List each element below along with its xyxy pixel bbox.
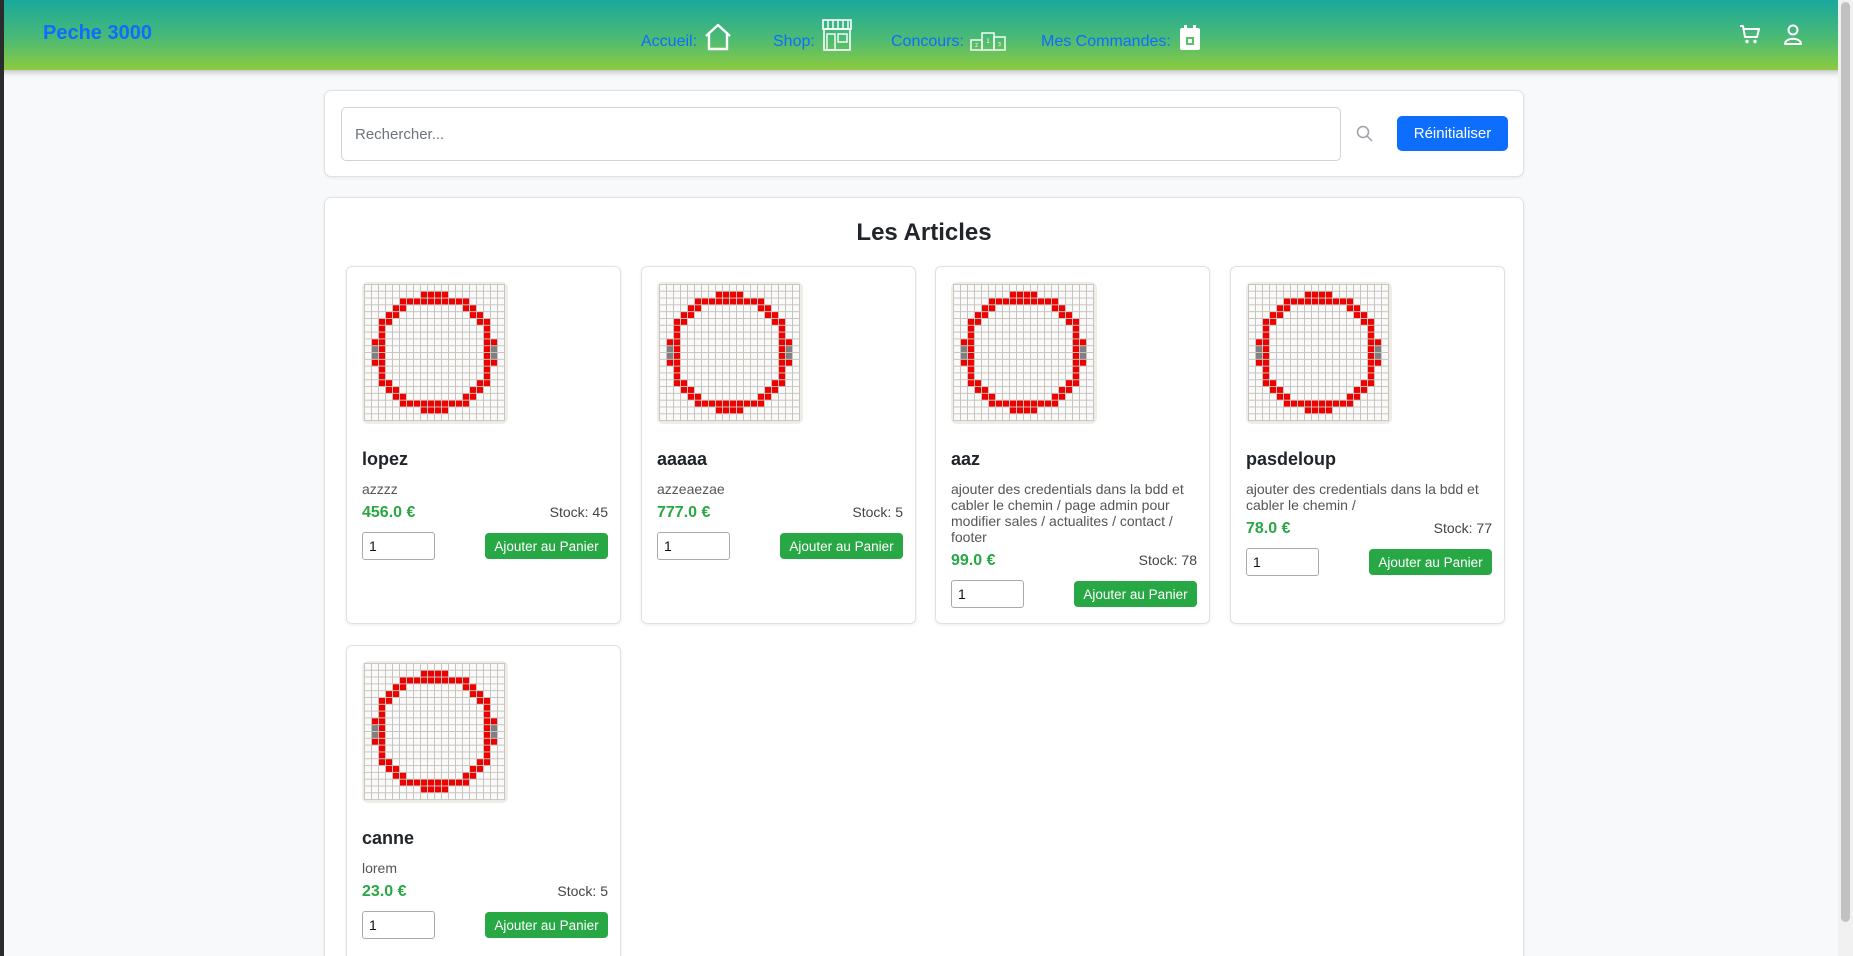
ring-image xyxy=(953,283,1094,422)
add-to-cart-button[interactable]: Ajouter au Panier xyxy=(485,912,608,938)
product-name: aaaaa xyxy=(657,449,708,469)
add-to-cart-button[interactable]: Ajouter au Panier xyxy=(1369,549,1492,575)
nav-mes-commandes[interactable]: Mes Commandes: xyxy=(1041,12,1203,52)
product-name: lopez xyxy=(362,449,409,469)
product-image xyxy=(362,282,508,424)
product-description: azzeaezae xyxy=(657,481,725,497)
svg-text:1: 1 xyxy=(986,38,990,45)
ring-image xyxy=(659,283,800,422)
ring-image xyxy=(364,283,505,422)
product-stock: Stock: 78 xyxy=(1138,552,1197,568)
product-name: pasdeloup xyxy=(1246,449,1337,469)
quantity-input[interactable] xyxy=(657,532,730,560)
svg-text:3: 3 xyxy=(998,42,1001,48)
add-to-cart-row: Ajouter au Panier xyxy=(362,532,608,560)
product-description: ajouter des credentials dans la bdd et c… xyxy=(951,481,1184,545)
add-to-cart-button[interactable]: Ajouter au Panier xyxy=(485,533,608,559)
calendar-icon xyxy=(1179,25,1200,50)
add-to-cart-button[interactable]: Ajouter au Panier xyxy=(780,533,903,559)
price-row: 23.0 € Stock: 5 xyxy=(362,883,608,901)
product-stock: Stock: 45 xyxy=(549,504,608,520)
product-image xyxy=(951,282,1097,424)
product-card: pasdeloup ajouter des credentials dans l… xyxy=(1230,266,1505,624)
home-icon xyxy=(705,23,731,51)
nav-accueil[interactable]: Accueil: xyxy=(641,12,733,52)
reset-button[interactable]: Réinitialiser xyxy=(1397,116,1508,151)
top-navbar: Peche 3000 Accueil: Shop: Concours: 1 2 … xyxy=(0,0,1853,70)
product-description: lorem xyxy=(362,860,398,876)
quantity-input[interactable] xyxy=(951,580,1024,608)
quantity-input[interactable] xyxy=(362,532,435,560)
product-card: lopez azzzz 456.0 € Stock: 45 Ajouter au… xyxy=(346,266,621,624)
add-to-cart-row: Ajouter au Panier xyxy=(1246,548,1492,576)
search-bar: Réinitialiser xyxy=(324,90,1524,177)
product-stock: Stock: 5 xyxy=(852,504,903,520)
product-price: 777.0 € xyxy=(657,504,711,521)
price-row: 456.0 € Stock: 45 xyxy=(362,504,608,522)
search-input[interactable] xyxy=(341,107,1341,161)
product-price: 456.0 € xyxy=(362,504,416,521)
window-edge xyxy=(0,0,4,956)
podium-icon: 1 2 3 xyxy=(970,32,1006,51)
quantity-input[interactable] xyxy=(1246,548,1319,576)
nav-accueil-label: Accueil: xyxy=(641,33,698,50)
nav-shop[interactable]: Shop: xyxy=(773,12,853,52)
brand-logo[interactable]: Peche 3000 xyxy=(43,22,152,45)
user-icon[interactable] xyxy=(1781,22,1805,46)
product-name: canne xyxy=(362,828,415,848)
product-name: aaz xyxy=(951,449,981,469)
add-to-cart-row: Ajouter au Panier xyxy=(657,532,903,560)
add-to-cart-row: Ajouter au Panier xyxy=(362,911,608,939)
product-price: 78.0 € xyxy=(1246,520,1291,537)
nav-concours[interactable]: Concours: 1 2 3 xyxy=(891,12,1006,52)
section-title: Les Articles xyxy=(856,219,992,246)
product-card: canne lorem 23.0 € Stock: 5 Ajouter au P… xyxy=(346,645,621,956)
ring-image xyxy=(364,662,505,801)
product-card: aaaaa azzeaezae 777.0 € Stock: 5 Ajouter… xyxy=(641,266,916,624)
search-icon[interactable] xyxy=(1355,124,1375,144)
price-row: 99.0 € Stock: 78 xyxy=(951,552,1197,570)
product-image xyxy=(362,661,508,803)
product-price: 99.0 € xyxy=(951,552,996,569)
product-description: azzzz xyxy=(362,481,398,497)
ring-image xyxy=(1248,283,1389,422)
add-to-cart-row: Ajouter au Panier xyxy=(951,580,1197,608)
price-row: 78.0 € Stock: 77 xyxy=(1246,520,1492,538)
product-stock: Stock: 5 xyxy=(557,883,608,899)
nav-shop-label: Shop: xyxy=(773,33,815,50)
product-image xyxy=(1246,282,1392,424)
add-to-cart-button[interactable]: Ajouter au Panier xyxy=(1074,581,1197,607)
nav-concours-label: Concours: xyxy=(891,33,964,50)
product-description: ajouter des credentials dans la bdd et c… xyxy=(1246,481,1479,513)
articles-section: Les Articles lopez azzzz 456.0 € Stock: … xyxy=(324,197,1524,956)
nav-mes-commandes-label: Mes Commandes: xyxy=(1041,33,1171,50)
price-row: 777.0 € Stock: 5 xyxy=(657,504,903,522)
cart-icon[interactable] xyxy=(1738,22,1762,46)
product-card: aaz ajouter des credentials dans la bdd … xyxy=(935,266,1210,624)
product-price: 23.0 € xyxy=(362,883,407,900)
product-image xyxy=(657,282,803,424)
vertical-scrollbar[interactable] xyxy=(1838,0,1853,956)
scrollbar-thumb[interactable] xyxy=(1841,2,1850,922)
shop-icon xyxy=(822,19,852,51)
svg-text:2: 2 xyxy=(975,43,978,49)
quantity-input[interactable] xyxy=(362,911,435,939)
product-stock: Stock: 77 xyxy=(1433,520,1492,536)
